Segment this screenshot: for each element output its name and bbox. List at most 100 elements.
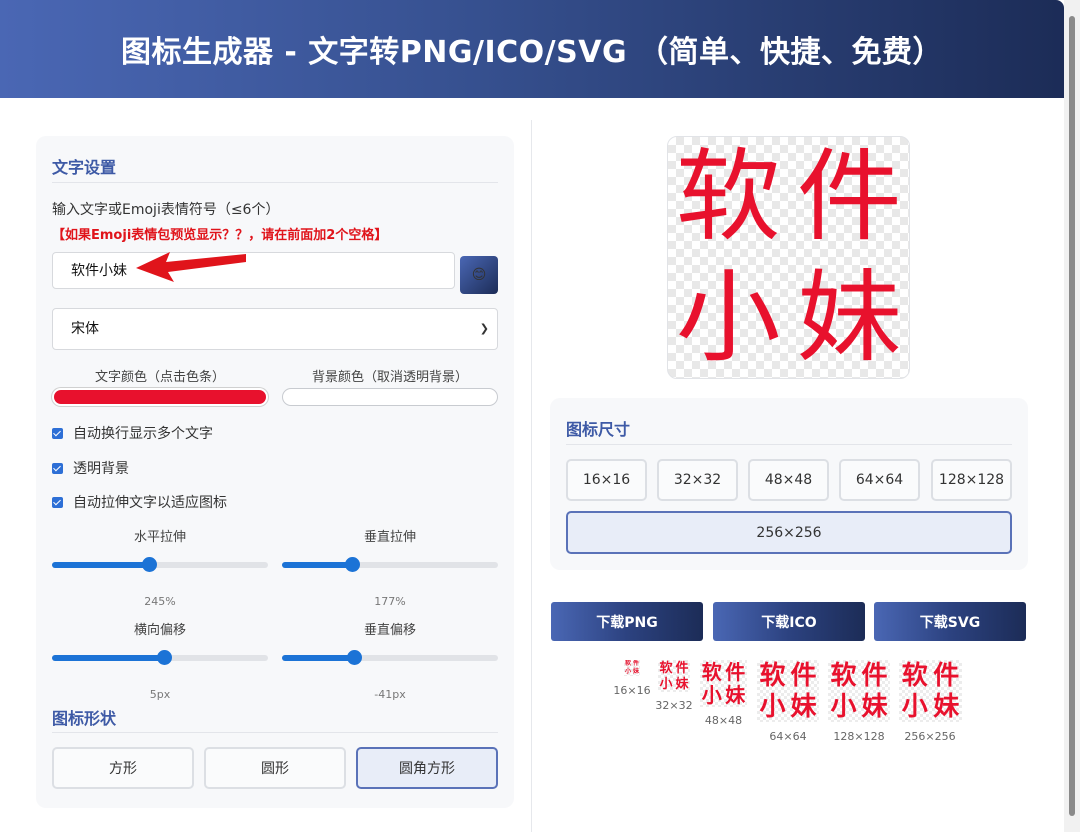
v-offset-label: 垂直偏移 (363, 623, 416, 638)
shape-title: 图标形状 (52, 709, 117, 728)
h-stretch-value: 245% (144, 595, 176, 608)
thumb-char: 件 (725, 660, 746, 684)
checkbox-label: 自动换行显示多个文字 (73, 426, 213, 442)
thumbnail-label: 16×16 (613, 684, 651, 697)
download-png-button[interactable]: 下载PNG (551, 602, 703, 641)
thumb-char: 件 (861, 660, 888, 691)
thumb-char: 件 (632, 660, 639, 667)
checkbox-auto-stretch[interactable]: 自动拉伸文字以适应图标 (52, 492, 227, 512)
text-color-label: 文字颜色（点击色条） (94, 370, 225, 385)
checkbox-icon[interactable] (52, 427, 63, 439)
size-48-button[interactable]: 48×48 (748, 459, 829, 501)
h-offset-slider[interactable] (52, 650, 268, 665)
bg-color-label: 背景颜色（取消透明背景） (311, 370, 468, 385)
page-header: 图标生成器 - 文字转PNG/ICO/SVG （简单、快捷、免费） (0, 0, 1064, 98)
thumbnail-label: 48×48 (704, 714, 743, 727)
thumbnail-label: 128×128 (833, 730, 885, 743)
thumb-char: 件 (933, 660, 960, 691)
v-stretch-value: 177% (374, 595, 406, 608)
checkbox-auto-wrap[interactable]: 自动换行显示多个文字 (52, 423, 213, 443)
shape-square-button[interactable]: 方形 (52, 747, 194, 789)
checkbox-icon[interactable] (52, 496, 63, 508)
emoji-warning: 【如果Emoji表情包预览显示？？，请在前面加2个空格】 (52, 228, 388, 243)
thumb-char: 妹 (933, 691, 960, 722)
download-ico-button[interactable]: 下载ICO (713, 602, 865, 641)
icon-preview: 软 件 小 妹 (667, 136, 910, 379)
thumbnail-48: 软件 小妹 (700, 660, 747, 707)
text-input-label: 输入文字或Emoji表情符号（≤6个） (52, 202, 280, 218)
thumb-char: 软 (624, 660, 631, 667)
thumb-char: 小 (901, 691, 928, 722)
size-256-button[interactable]: 256×256 (566, 511, 1012, 554)
thumb-char: 妹 (675, 676, 689, 692)
checkbox-icon[interactable] (52, 462, 63, 474)
section-divider (52, 182, 498, 183)
section-divider (52, 732, 498, 733)
thumbnail-64: 软件 小妹 (757, 660, 819, 722)
bg-color-picker[interactable] (282, 388, 498, 406)
section-divider (566, 444, 1012, 445)
v-offset-slider[interactable] (282, 650, 498, 665)
thumb-char: 妹 (632, 668, 639, 675)
arrow-annotation-icon (136, 252, 246, 282)
thumbnail-32: 软件 小妹 (658, 660, 690, 692)
font-select[interactable]: 宋体 ❯ (52, 308, 498, 350)
thumb-char: 软 (901, 660, 928, 691)
thumbnail-128: 软件 小妹 (828, 660, 890, 722)
checkbox-label: 自动拉伸文字以适应图标 (73, 495, 227, 511)
h-stretch-label: 水平拉伸 (133, 530, 186, 545)
preview-char: 件 (796, 138, 902, 256)
preview-char: 软 (675, 138, 781, 256)
checkbox-label: 透明背景 (73, 461, 129, 477)
slider-handle[interactable] (142, 557, 157, 572)
v-stretch-label: 垂直拉伸 (363, 530, 416, 545)
h-offset-label: 横向偏移 (133, 623, 186, 638)
thumbnail-label: 64×64 (769, 730, 807, 743)
font-select-value: 宋体 (71, 321, 99, 337)
v-offset-value: -41px (374, 688, 406, 701)
download-svg-button[interactable]: 下载SVG (874, 602, 1026, 641)
thumb-char: 妹 (790, 691, 817, 722)
slider-handle[interactable] (345, 557, 360, 572)
chevron-down-icon: ❯ (479, 322, 489, 335)
thumb-char: 件 (790, 660, 817, 691)
thumb-char: 软 (659, 660, 673, 676)
thumbnail-label: 32×32 (655, 699, 693, 712)
thumb-char: 小 (624, 668, 631, 675)
thumb-char: 小 (830, 691, 857, 722)
scrollbar-thumb[interactable] (1069, 16, 1075, 816)
size-32-button[interactable]: 32×32 (657, 459, 738, 501)
size-16-button[interactable]: 16×16 (566, 459, 647, 501)
preview-char: 妹 (796, 258, 902, 376)
smile-icon: 😊 (471, 267, 487, 283)
shape-circle-button[interactable]: 圆形 (204, 747, 346, 789)
h-offset-value: 5px (149, 688, 171, 701)
thumbnail-label: 256×256 (904, 730, 956, 743)
checkbox-transparent-bg[interactable]: 透明背景 (52, 458, 129, 478)
size-title: 图标尺寸 (566, 420, 631, 439)
thumb-char: 小 (759, 691, 786, 722)
text-color-picker[interactable] (52, 388, 268, 406)
v-stretch-slider[interactable] (282, 557, 498, 572)
thumb-char: 小 (701, 683, 722, 707)
thumb-char: 妹 (725, 683, 746, 707)
vertical-scrollbar[interactable] (1064, 0, 1080, 832)
h-stretch-slider[interactable] (52, 557, 268, 572)
shape-rounded-button[interactable]: 圆角方形 (356, 747, 498, 789)
text-input[interactable]: 软件小妹 (52, 252, 455, 289)
thumb-char: 软 (830, 660, 857, 691)
size-64-button[interactable]: 64×64 (839, 459, 920, 501)
preview-char: 小 (675, 258, 781, 376)
text-settings-title: 文字设置 (52, 158, 117, 177)
column-divider (531, 120, 532, 832)
emoji-picker-button[interactable]: 😊 (460, 256, 498, 294)
size-128-button[interactable]: 128×128 (931, 459, 1012, 501)
app-window: 图标生成器 - 文字转PNG/ICO/SVG （简单、快捷、免费） 文字设置 输… (0, 0, 1064, 832)
thumb-char: 小 (659, 676, 673, 692)
thumbnail-16: 软件 小妹 (624, 660, 640, 676)
thumb-char: 件 (675, 660, 689, 676)
thumbnail-256: 软件 小妹 (899, 660, 962, 722)
slider-handle[interactable] (347, 650, 362, 665)
thumb-char: 软 (759, 660, 786, 691)
slider-handle[interactable] (157, 650, 172, 665)
